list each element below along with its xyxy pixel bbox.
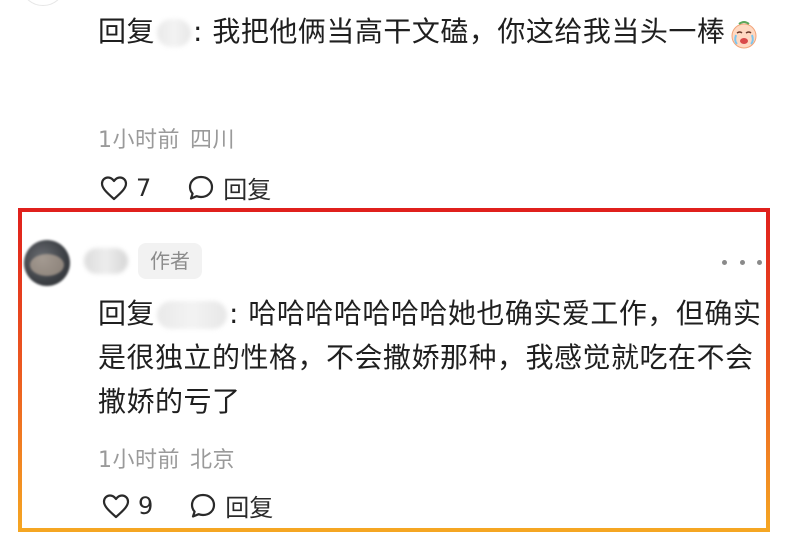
more-dot-icon — [739, 259, 745, 265]
more-options-button[interactable] — [722, 252, 762, 272]
comment-reply-author: 回复: 哈哈哈哈哈哈哈她也确实爱工作，但确实是很独立的性格，不会撒娇那种，我感觉… — [98, 292, 768, 522]
reply-prefix: 回复 — [98, 297, 156, 330]
author-badge: 作者 — [138, 243, 202, 279]
speech-bubble-icon — [189, 175, 214, 200]
comment-location: 北京 — [190, 448, 236, 473]
reply-button[interactable]: 回复 — [187, 170, 271, 205]
comment-text: 回复 : 我把他俩当高干文磕，你这给我当头一棒 — [98, 10, 768, 54]
like-button[interactable]: 9 — [102, 492, 153, 520]
previous-avatar[interactable] — [20, 0, 66, 6]
reply-label: 回复 — [225, 494, 274, 522]
comment-time: 1小时前 — [98, 448, 180, 473]
more-dot-icon — [722, 259, 727, 265]
more-dot-icon — [757, 259, 762, 265]
blurred-username[interactable] — [157, 301, 228, 329]
comment-meta: 1小时前 北京 — [98, 442, 235, 474]
heart-icon — [102, 493, 130, 518]
comment-text: 回复: 哈哈哈哈哈哈哈她也确实爱工作，但确实是很独立的性格，不会撒娇那种，我感觉… — [98, 292, 768, 424]
heart-icon — [100, 175, 128, 200]
reply-button[interactable]: 回复 — [189, 488, 273, 523]
comment-meta: 1小时前 四川 — [98, 122, 235, 154]
like-count: 7 — [136, 173, 152, 202]
like-button[interactable]: 7 — [100, 174, 151, 202]
comment-actions: 9 回复 — [102, 488, 273, 523]
crying-face-icon — [729, 18, 759, 49]
author-name-blurred[interactable] — [84, 248, 128, 274]
comment-location: 四川 — [190, 128, 236, 153]
comment-body: : 我把他俩当高干文磕，你这给我当头一棒 — [193, 15, 726, 48]
speech-bubble-icon — [191, 493, 216, 518]
comment-time: 1小时前 — [98, 128, 180, 153]
reply-prefix: 回复 — [98, 15, 156, 48]
comment-reply-1: 回复 : 我把他俩当高干文磕，你这给我当头一棒 1小时前 四川 7 回复 — [98, 10, 768, 204]
blurred-username[interactable] — [157, 19, 192, 47]
author-avatar[interactable] — [24, 240, 70, 286]
reply-label: 回复 — [223, 176, 272, 204]
comment-actions: 7 回复 — [100, 170, 271, 205]
like-count: 9 — [138, 491, 154, 520]
